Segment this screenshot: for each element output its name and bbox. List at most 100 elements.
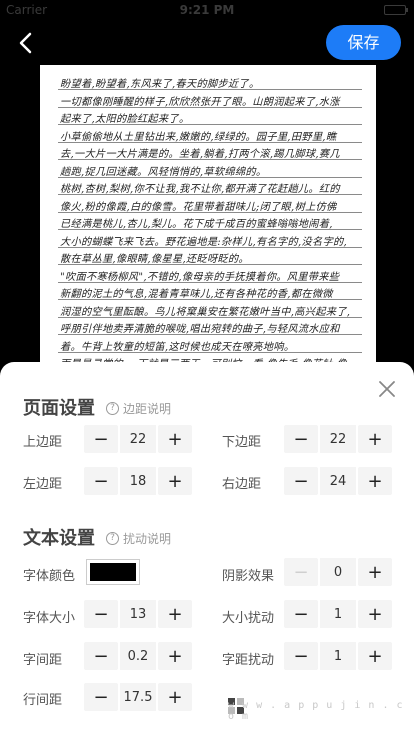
char-spacing-stepper: − 0.2 +: [84, 642, 192, 670]
handwriting-preview: 盼望着,盼望着,东风来了,春天的脚步近了。一切都像刚睡醒的样子,欣欣然张开了眼。…: [40, 65, 376, 365]
ruled-line: [58, 89, 362, 90]
bottom-margin-label: 下边距: [222, 435, 262, 450]
battery-icon: [384, 5, 408, 15]
save-button[interactable]: 保存: [326, 25, 401, 60]
font-size-stepper: − 13 +: [84, 600, 192, 628]
right-margin-value[interactable]: 24: [320, 467, 356, 495]
size-jitter-decrease-button[interactable]: −: [284, 600, 318, 628]
char-spacing-increase-button[interactable]: +: [158, 642, 192, 670]
char-spacing-label: 字间距: [23, 653, 63, 668]
line-spacing-value[interactable]: 17.5: [120, 683, 156, 711]
ruled-line: [58, 246, 362, 248]
right-margin-stepper: − 24 +: [284, 467, 392, 495]
size-jitter-value[interactable]: 1: [320, 600, 356, 628]
shadow-decrease-button[interactable]: −: [284, 558, 318, 586]
spacing-jitter-increase-button[interactable]: +: [358, 642, 392, 670]
left-margin-value[interactable]: 18: [120, 467, 156, 495]
shadow-stepper: − 0 +: [284, 558, 392, 586]
spacing-jitter-decrease-button[interactable]: −: [284, 642, 318, 670]
line-spacing-decrease-button[interactable]: −: [84, 683, 118, 711]
handwriting-line: 着。牛背上牧童的短笛,这时候也成天在嘹亮地响。: [60, 341, 295, 353]
handwriting-line: 桃树,杏树,梨树,你不让我,我不让你,都开满了花赶趟儿。红的: [60, 184, 340, 195]
ruled-line: [58, 351, 362, 353]
spacing-jitter-stepper: − 1 +: [284, 642, 392, 670]
handwriting-line: "吹面不寒杨柳风",不错的,像母亲的手抚摸着你。风里带来些: [60, 271, 340, 283]
handwriting-line: 像火,粉的像霞,白的像雪。花里带着甜味儿;闭了眼,树上仿佛: [60, 201, 337, 213]
right-margin-label: 右边距: [222, 477, 262, 492]
ruled-line: [58, 299, 362, 300]
chevron-left-icon: [19, 32, 32, 54]
left-margin-decrease-button[interactable]: −: [84, 467, 118, 495]
ruled-line: [58, 176, 362, 178]
font-size-value[interactable]: 13: [120, 600, 156, 628]
watermark-text: w w w . a p p u j i n . c o m: [228, 700, 404, 722]
status-time: 9:21 PM: [179, 3, 235, 17]
font-color-label: 字体颜色: [23, 569, 76, 584]
ruled-line: [58, 229, 362, 230]
ruled-line: [58, 211, 362, 213]
close-icon: [379, 381, 395, 397]
ruled-line: [58, 194, 362, 195]
top-margin-value[interactable]: 22: [120, 425, 156, 453]
status-bar: Carrier 9:21 PM: [0, 0, 414, 20]
page-settings-title: 页面设置: [23, 398, 95, 419]
right-margin-decrease-button[interactable]: −: [284, 467, 318, 495]
jitter-help-label: 扰动说明: [123, 532, 172, 546]
bottom-margin-value[interactable]: 22: [320, 425, 356, 453]
ruled-line: [58, 106, 362, 108]
spacing-jitter-label: 字距扰动: [222, 653, 275, 668]
top-margin-label: 上边距: [23, 435, 63, 450]
question-circle-icon: ?: [106, 402, 119, 415]
handwriting-line: 呼朋引伴地卖弄清脆的喉咙,唱出宛转的曲子,与轻风流水应和: [60, 324, 340, 335]
handwriting-line: 一切都像刚睡醒的样子,欣欣然张开了眼。山朗润起来了,水涨: [60, 96, 340, 108]
ruled-line: [58, 264, 362, 265]
char-spacing-decrease-button[interactable]: −: [84, 642, 118, 670]
ruled-line: [58, 334, 362, 335]
top-margin-increase-button[interactable]: +: [158, 425, 192, 453]
left-margin-stepper: − 18 +: [84, 467, 192, 495]
top-margin-decrease-button[interactable]: −: [84, 425, 118, 453]
handwriting-line: 散在草丛里,像眼睛,像星星,还眨呀眨的。: [60, 254, 249, 265]
left-margin-label: 左边距: [23, 477, 63, 492]
size-jitter-increase-button[interactable]: +: [358, 600, 392, 628]
bottom-margin-decrease-button[interactable]: −: [284, 425, 318, 453]
close-button[interactable]: [376, 378, 398, 400]
left-margin-increase-button[interactable]: +: [158, 467, 192, 495]
shadow-value[interactable]: 0: [320, 558, 356, 586]
top-margin-stepper: − 22 +: [84, 425, 192, 453]
jitter-help-link[interactable]: ? 扰动说明: [106, 530, 171, 547]
handwriting-line: 已经满是桃儿,杏儿,梨儿。花下成千成百的蜜蜂嗡嗡地闹着,: [60, 219, 333, 230]
line-spacing-increase-button[interactable]: +: [158, 683, 192, 711]
ruled-line: [58, 159, 362, 160]
question-circle-icon: ?: [106, 532, 119, 545]
bottom-margin-increase-button[interactable]: +: [358, 425, 392, 453]
char-spacing-value[interactable]: 0.2: [120, 642, 156, 670]
margin-help-link[interactable]: ? 边距说明: [106, 400, 171, 417]
handwriting-line: 趟跑,捉几回迷藏。风轻悄悄的,草软绵绵的。: [60, 166, 267, 178]
ruled-line: [58, 124, 362, 125]
handwriting-line: 大小的蝴蝶飞来飞去。野花遍地是:杂样儿,有名字的,没名字的,: [60, 236, 348, 248]
ruled-line: [58, 141, 362, 143]
spacing-jitter-value[interactable]: 1: [320, 642, 356, 670]
line-spacing-stepper: − 17.5 +: [84, 683, 192, 711]
shadow-label: 阴影效果: [222, 569, 275, 584]
size-jitter-label: 大小扰动: [222, 611, 275, 626]
line-spacing-label: 行间距: [23, 693, 63, 708]
handwriting-line: 润湿的空气里酝酿。鸟儿将窠巢安在繁花嫩叶当中,高兴起来了,: [60, 306, 351, 318]
font-size-decrease-button[interactable]: −: [84, 600, 118, 628]
font-color-swatch: [90, 563, 136, 581]
right-margin-increase-button[interactable]: +: [358, 467, 392, 495]
handwriting-line: 盼望着,盼望着,东风来了,春天的脚步近了。: [60, 79, 260, 90]
margin-help-label: 边距说明: [123, 402, 172, 416]
ruled-line: [58, 281, 362, 283]
back-button[interactable]: [12, 30, 40, 56]
ruled-line: [58, 316, 362, 318]
handwriting-line: 去,一大片一大片满是的。坐着,躺着,打两个滚,踢几脚球,赛几: [60, 149, 340, 160]
shadow-increase-button[interactable]: +: [358, 558, 392, 586]
handwriting-line: 小草偷偷地从土里钻出来,嫩嫩的,绿绿的。园子里,田野里,瞧: [60, 131, 337, 143]
font-size-increase-button[interactable]: +: [158, 600, 192, 628]
font-color-picker[interactable]: [86, 559, 140, 585]
text-settings-title: 文本设置: [23, 528, 95, 549]
bottom-margin-stepper: − 22 +: [284, 425, 392, 453]
size-jitter-stepper: − 1 +: [284, 600, 392, 628]
